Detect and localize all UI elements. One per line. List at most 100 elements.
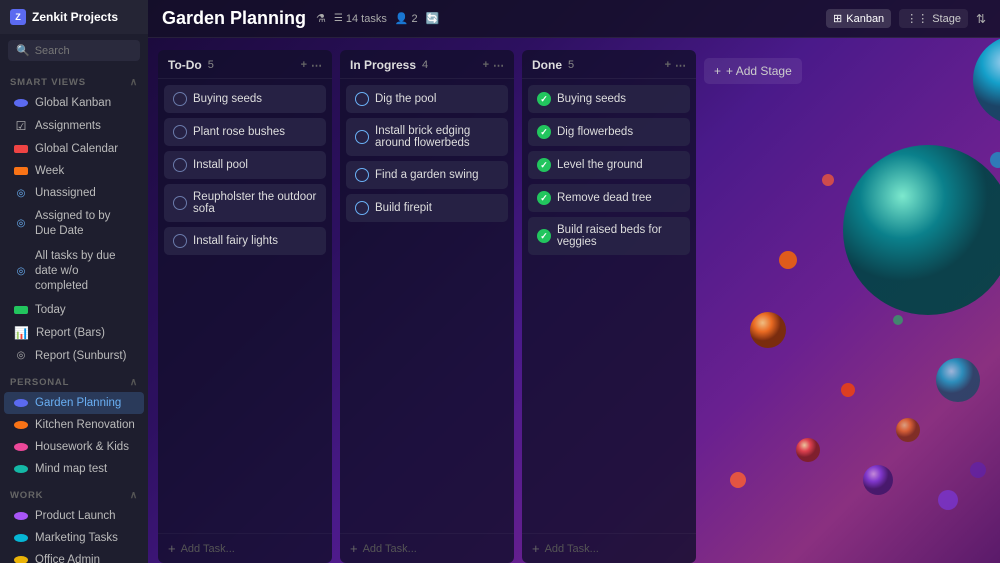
col-count-done: 5 — [568, 59, 574, 71]
col-title-inprogress: In Progress — [350, 58, 416, 72]
card-install-pool[interactable]: Install pool — [164, 151, 326, 179]
col-count-todo: 5 — [208, 59, 214, 71]
add-stage-column: + + Add Stage — [704, 50, 802, 563]
assigned-due-icon: ◎ — [14, 218, 28, 229]
office-admin-icon — [14, 556, 28, 563]
card-text: Install pool — [193, 159, 248, 171]
card-buying-seeds-todo[interactable]: Buying seeds — [164, 85, 326, 113]
card-plant-rose[interactable]: Plant rose bushes — [164, 118, 326, 146]
sidebar-item-label: Report (Sunburst) — [35, 350, 126, 362]
kanban-board: To-Do 5 + ⋯ Buying seeds Plant rose bush… — [148, 38, 1000, 563]
task-count-badge: ☰ 14 tasks — [334, 13, 387, 25]
stage-view-btn[interactable]: ⋮⋮ Stage — [899, 9, 968, 28]
smart-views-section: SMART VIEWS ∧ — [0, 67, 148, 92]
global-kanban-icon — [14, 99, 28, 107]
col-footer-todo[interactable]: + Add Task... — [158, 533, 332, 563]
user-count-badge: 👤 2 — [395, 12, 418, 25]
sidebar-item-label: Marketing Tasks — [35, 532, 118, 544]
col-add-icon[interactable]: + — [301, 59, 307, 72]
card-raised-beds[interactable]: Build raised beds for veggies — [528, 217, 690, 255]
kanban-view-btn[interactable]: ⊞ Kanban — [826, 9, 891, 28]
column-inprogress: In Progress 4 + ⋯ Dig the pool Install b… — [340, 50, 514, 563]
unassigned-icon: ◎ — [14, 188, 28, 199]
sidebar-item-week[interactable]: Week — [4, 160, 144, 182]
card-fairy-lights[interactable]: Install fairy lights — [164, 227, 326, 255]
sidebar-item-report-sunburst[interactable]: ◎ Report (Sunburst) — [4, 345, 144, 367]
page-title: Garden Planning — [162, 8, 306, 29]
sidebar-item-label: Assignments — [35, 120, 101, 132]
refresh-icon[interactable]: 🔄 — [426, 12, 440, 25]
card-reupholster[interactable]: Reupholster the outdoor sofa — [164, 184, 326, 222]
sidebar-item-assigned-by-due[interactable]: ◎ Assigned to by Due Date — [4, 204, 144, 244]
col-header-inprogress: In Progress 4 + ⋯ — [340, 50, 514, 79]
sort-icon[interactable]: ⇅ — [976, 12, 986, 26]
add-task-icon: + — [532, 541, 540, 556]
card-text: Dig the pool — [375, 93, 436, 105]
col-more-icon[interactable]: ⋯ — [493, 59, 504, 72]
card-status-inprogress — [355, 92, 369, 106]
card-dig-flowerbeds[interactable]: Dig flowerbeds — [528, 118, 690, 146]
col-add-icon[interactable]: + — [483, 59, 489, 72]
add-stage-button[interactable]: + + Add Stage — [704, 58, 802, 84]
card-status-inprogress — [355, 168, 369, 182]
card-status-todo — [173, 158, 187, 172]
sidebar-item-global-calendar[interactable]: Global Calendar — [4, 138, 144, 160]
assignments-icon: ☑ — [14, 119, 28, 133]
search-bar[interactable]: 🔍 — [8, 40, 140, 61]
card-text: Plant rose bushes — [193, 126, 285, 138]
search-input[interactable] — [35, 45, 132, 57]
sidebar-item-kitchen-renovation[interactable]: Kitchen Renovation — [4, 414, 144, 436]
card-status-done — [537, 191, 551, 205]
col-add-icon[interactable]: + — [665, 59, 671, 72]
card-dig-pool[interactable]: Dig the pool — [346, 85, 508, 113]
column-todo: To-Do 5 + ⋯ Buying seeds Plant rose bush… — [158, 50, 332, 563]
col-more-icon[interactable]: ⋯ — [675, 59, 686, 72]
col-body-done: Buying seeds Dig flowerbeds Level the gr… — [522, 79, 696, 533]
sidebar-item-marketing-tasks[interactable]: Marketing Tasks — [4, 527, 144, 549]
card-garden-swing[interactable]: Find a garden swing — [346, 161, 508, 189]
today-icon — [14, 306, 28, 314]
col-header-todo: To-Do 5 + ⋯ — [158, 50, 332, 79]
sidebar-item-housework-kids[interactable]: Housework & Kids — [4, 436, 144, 458]
sidebar-item-all-tasks-due[interactable]: ◎ All tasks by due date w/o completed — [4, 244, 144, 299]
card-text: Dig flowerbeds — [557, 126, 633, 138]
card-status-done — [537, 92, 551, 106]
kanban-icon: ⊞ — [833, 12, 842, 25]
card-text: Reupholster the outdoor sofa — [193, 191, 317, 215]
card-status-done — [537, 229, 551, 243]
sidebar-item-garden-planning[interactable]: Garden Planning — [4, 392, 144, 414]
col-body-inprogress: Dig the pool Install brick edging around… — [340, 79, 514, 533]
sidebar-item-label: Office Admin — [35, 554, 100, 563]
col-header-done: Done 5 + ⋯ — [522, 50, 696, 79]
add-task-icon: + — [350, 541, 358, 556]
sidebar-item-office-admin[interactable]: Office Admin — [4, 549, 144, 563]
card-brick-edging[interactable]: Install brick edging around flowerbeds — [346, 118, 508, 156]
col-footer-done[interactable]: + Add Task... — [522, 533, 696, 563]
smart-views-toggle[interactable]: ∧ — [130, 77, 138, 88]
card-buying-seeds-done[interactable]: Buying seeds — [528, 85, 690, 113]
topbar: Garden Planning ⚗ ☰ 14 tasks 👤 2 🔄 ⊞ Kan… — [148, 0, 1000, 38]
col-more-icon[interactable]: ⋯ — [311, 59, 322, 72]
card-level-ground[interactable]: Level the ground — [528, 151, 690, 179]
card-text: Buying seeds — [193, 93, 262, 105]
card-text: Buying seeds — [557, 93, 626, 105]
sidebar-item-product-launch[interactable]: Product Launch — [4, 505, 144, 527]
col-footer-inprogress[interactable]: + Add Task... — [340, 533, 514, 563]
sidebar-item-unassigned[interactable]: ◎ Unassigned — [4, 182, 144, 204]
product-launch-icon — [14, 512, 28, 520]
add-stage-label: + Add Stage — [726, 64, 792, 78]
personal-toggle[interactable]: ∧ — [130, 377, 138, 388]
sidebar-item-global-kanban[interactable]: Global Kanban — [4, 92, 144, 114]
sidebar-item-report-bars[interactable]: 📊 Report (Bars) — [4, 321, 144, 345]
card-firepit[interactable]: Build firepit — [346, 194, 508, 222]
marketing-tasks-icon — [14, 534, 28, 542]
sidebar-item-assignments[interactable]: ☑ Assignments — [4, 114, 144, 138]
card-remove-dead-tree[interactable]: Remove dead tree — [528, 184, 690, 212]
app-header: Z Zenkit Projects — [0, 0, 148, 34]
col-title-todo: To-Do — [168, 58, 202, 72]
sidebar-item-mind-map-test[interactable]: Mind map test — [4, 458, 144, 480]
filter-icon[interactable]: ⚗ — [316, 12, 326, 25]
sidebar-item-today[interactable]: Today — [4, 299, 144, 321]
work-toggle[interactable]: ∧ — [130, 490, 138, 501]
all-tasks-icon: ◎ — [14, 266, 28, 277]
